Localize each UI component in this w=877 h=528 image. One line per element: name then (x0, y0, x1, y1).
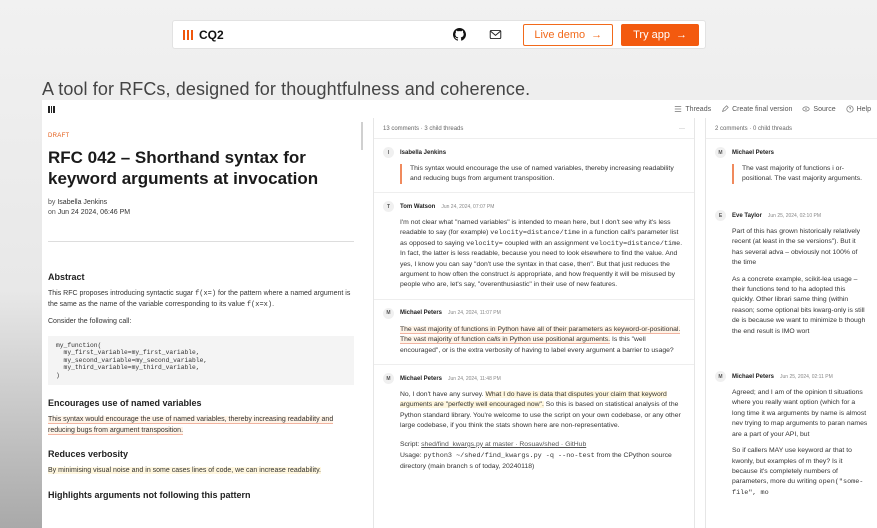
scrollbar[interactable] (361, 122, 363, 150)
by-label: by (48, 199, 56, 206)
comment-count: 13 comments · 3 child threads (383, 126, 464, 132)
comment-count: 2 comments · 0 child threads (715, 126, 793, 132)
page-title: RFC 042 – Shorthand syntax for keyword a… (48, 148, 319, 188)
comment-body: As a concrete example, scikit-lea usage … (732, 275, 866, 335)
doc-date: Jun 24 2024, 06:46 PM (57, 209, 131, 216)
section-text[interactable]: This syntax would encourage the use of n… (48, 415, 354, 436)
usage-line: Usage: python3 ~/shed/find_kwargs.py -q … (400, 452, 672, 470)
help-button[interactable]: Help (846, 105, 871, 113)
section-heading: Reduces verbosity (48, 449, 129, 460)
highlighted-text[interactable]: This syntax would encourage the use of n… (48, 416, 334, 435)
comment-author: Isabella Jenkins (400, 149, 447, 156)
thread-header: 13 comments · 3 child threads ··· (374, 118, 694, 139)
abstract-heading: Abstract (48, 272, 85, 282)
source-label: Source (813, 105, 836, 113)
quoted-text: This syntax would encourage the use of n… (400, 164, 685, 184)
top-nav: CQ2 Live demo → Try app → (172, 20, 706, 49)
comment-date: Jun 24, 2024, 11:48 PM (448, 375, 501, 382)
comment-body: Agreed; and I am of the opinion tl situa… (732, 389, 868, 438)
live-demo-button[interactable]: Live demo → (523, 23, 614, 46)
abstract-text: This RFC proposes introducing syntactic … (48, 290, 351, 309)
avatar: M (383, 307, 394, 319)
try-app-button[interactable]: Try app → (621, 23, 699, 46)
comment-author: Eve Taylor (732, 212, 762, 219)
create-final-label: Create final version (732, 105, 793, 113)
comment-date: Jun 25, 2024, 02:10 PM (767, 212, 821, 219)
pencil-icon (722, 105, 729, 112)
section-heading: Highlights arguments not following this … (48, 489, 251, 500)
on-label: on (48, 209, 56, 216)
live-demo-label: Live demo (534, 28, 586, 41)
thread-header: 2 comments · 0 child threads (706, 118, 877, 139)
comment-thread: 13 comments · 3 child threads ··· I Isabe… (373, 118, 695, 528)
divider (48, 241, 354, 242)
avatar: M (383, 373, 394, 385)
source-button[interactable]: Source (802, 105, 836, 113)
brand-name: CQ2 (199, 27, 224, 42)
threads-toggle[interactable]: Threads (674, 105, 711, 113)
avatar: I (383, 147, 394, 158)
comment-author: Michael Peters (732, 373, 775, 380)
arrow-right-icon: → (591, 28, 603, 41)
comment: E Eve Taylor Jun 25, 2024, 02:10 PM Part o… (706, 202, 877, 345)
comment-body: So if callers MAY use keyword ar that to… (732, 447, 864, 497)
comment-date: Jun 25, 2024, 02:11 PM (780, 373, 833, 380)
status-badge: DRAFT (48, 133, 70, 139)
comment-body: No, I don't have any survey. What I do h… (400, 391, 681, 430)
brand[interactable]: CQ2 (183, 28, 224, 42)
app-window: Threads Create final version Source Help… (42, 100, 877, 528)
quoted-text: The vast majority of functions i or-posi… (732, 164, 868, 184)
mail-icon[interactable] (487, 27, 503, 43)
threads-label: Threads (685, 105, 712, 113)
comment-author: Michael Peters (400, 310, 443, 317)
avatar: M (715, 147, 726, 158)
comment-author: Michael Peters (732, 149, 775, 156)
brand-logo-icon (183, 29, 193, 40)
rfc-document: DRAFT RFC 042 – Shorthand syntax for key… (42, 118, 360, 528)
comment: M Michael Peters The vast majority of fun… (706, 139, 877, 192)
section-text[interactable]: By minimising visual noise and in some c… (48, 466, 354, 477)
comment-body: I'm not clear what "named variables" is … (400, 219, 683, 289)
comment-body: Part of this has grown historically rela… (732, 228, 861, 267)
more-icon[interactable]: ··· (679, 126, 685, 132)
comment: M Michael Peters Jun 24, 2024, 11:48 PM No… (374, 365, 694, 480)
section-heading: Encourages use of named variables (48, 398, 202, 409)
consider-text: Consider the following call: (48, 318, 132, 325)
script-link[interactable]: shed/find_kwargs.py at master · Rosuav/s… (421, 441, 586, 448)
eye-icon (802, 106, 810, 112)
tagline: A tool for RFCs, designed for thoughtful… (42, 79, 531, 99)
comment: T Tom Watson Jun 24, 2024, 07:07 PM I'm no… (374, 193, 694, 300)
doc-meta: by Isabella Jenkins on Jun 24 2024, 06:4… (48, 198, 354, 218)
comment: M Michael Peters Jun 25, 2024, 02:11 PM Ag… (706, 363, 877, 506)
code-block: my_function( my_first_variable=my_first_… (48, 335, 354, 386)
comment-thread: 2 comments · 0 child threads M Michael Pe… (705, 118, 877, 528)
comment: M Michael Peters Jun 24, 2024, 11:07 PM Th… (374, 300, 694, 366)
comment-date: Jun 24, 2024, 11:07 PM (448, 310, 501, 317)
help-label: Help (856, 105, 871, 113)
app-header: Threads Create final version Source Help (42, 100, 877, 118)
avatar: M (715, 371, 726, 383)
avatar: E (715, 210, 726, 221)
script-line: Script: shed/find_kwargs.py at master · … (400, 440, 587, 448)
help-icon (846, 105, 854, 113)
comment: I Isabella Jenkins This syntax would enco… (374, 139, 694, 193)
highlighted-text[interactable]: By minimising visual noise and in some c… (48, 467, 322, 475)
comment-author: Michael Peters (400, 375, 443, 382)
github-icon[interactable] (451, 27, 467, 43)
doc-author: Isabella Jenkins (57, 199, 108, 206)
comment-date: Jun 24, 2024, 07:07 PM (441, 203, 495, 210)
arrow-right-icon: → (676, 28, 687, 41)
list-icon (675, 106, 682, 112)
avatar: T (383, 201, 394, 212)
comment-body: The vast majority of functions in Python… (400, 325, 681, 354)
comment-author: Tom Watson (400, 203, 436, 210)
try-app-label: Try app (633, 28, 670, 41)
app-logo-icon[interactable] (48, 105, 55, 113)
create-final-version-button[interactable]: Create final version (721, 105, 792, 113)
